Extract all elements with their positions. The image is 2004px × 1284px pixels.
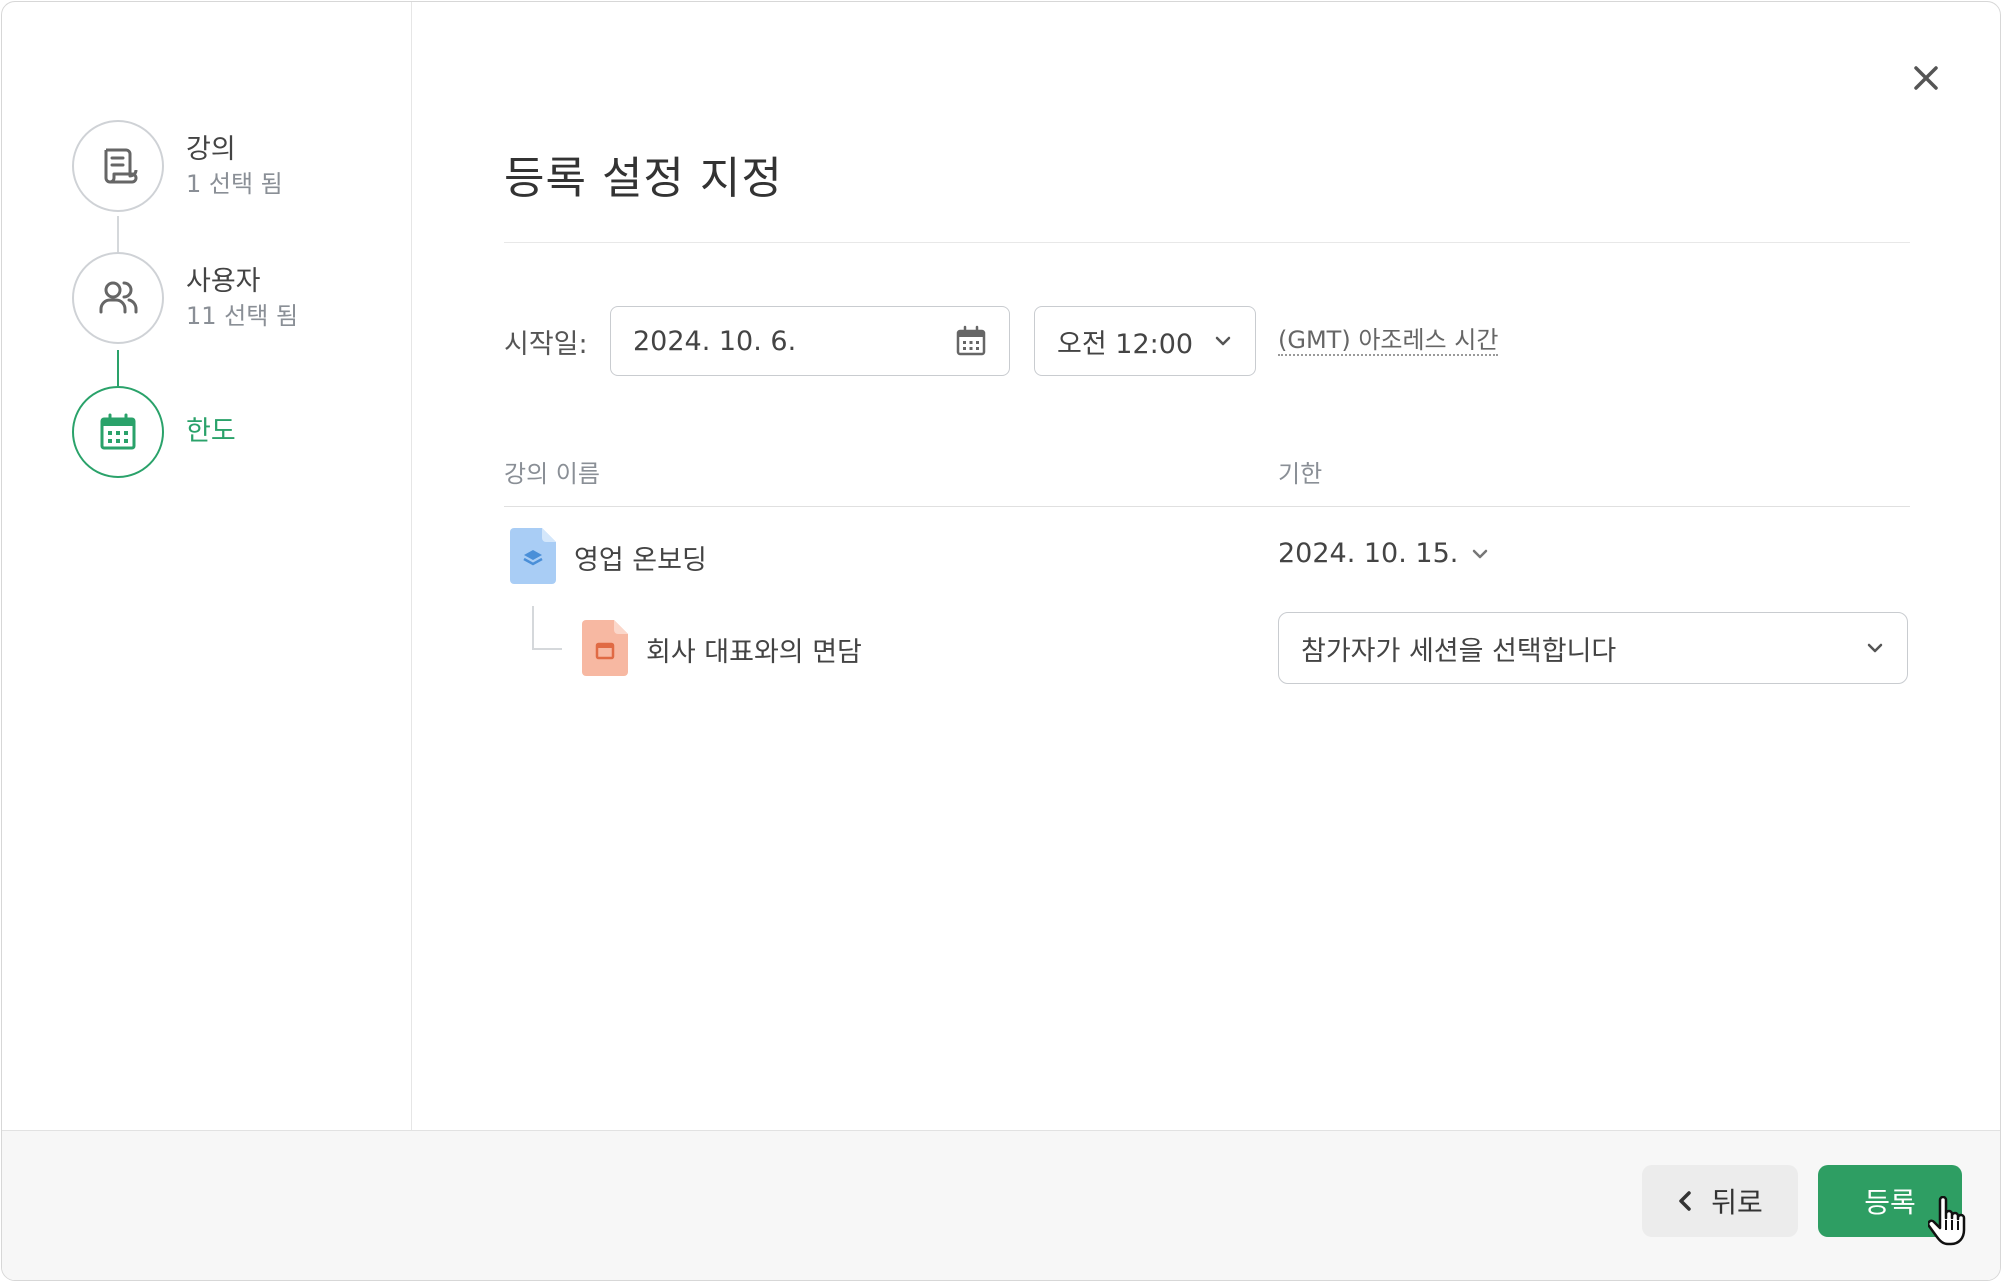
page-title: 등록 설정 지정 (504, 153, 783, 204)
step-users-circle (72, 252, 164, 344)
tree-connector (532, 606, 534, 650)
start-date-value: 2024. 10. 6. (633, 325, 797, 357)
session-name: 회사 대표와의 면담 (646, 637, 862, 668)
step-limits-title: 한도 (186, 416, 236, 447)
back-button[interactable]: 뒤로 (1642, 1165, 1798, 1237)
step-users[interactable]: 사용자 11 선택 됨 (72, 252, 298, 344)
document-icon (104, 148, 138, 184)
step-connector-active (117, 350, 119, 386)
step-courses-subtitle: 1 선택 됨 (186, 170, 283, 198)
chevron-down-icon (1867, 643, 1883, 653)
session-file-icon (582, 620, 628, 676)
course-deadline-select[interactable]: 2024. 10. 15. (1278, 538, 1490, 569)
table-header-divider (504, 506, 1910, 507)
column-header-course-name: 강의 이름 (504, 460, 600, 488)
close-button[interactable] (1908, 60, 1944, 96)
start-date-input[interactable]: 2024. 10. 6. (610, 306, 1010, 376)
stepper-sidebar: 강의 1 선택 됨 사용자 11 선택 됨 한도 (2, 2, 412, 1130)
session-selection-select[interactable]: 참가자가 세션을 선택합니다 (1278, 612, 1908, 684)
step-courses[interactable]: 강의 1 선택 됨 (72, 120, 283, 212)
session-selection-value: 참가자가 세션을 선택합니다 (1301, 635, 1617, 667)
step-courses-circle (72, 120, 164, 212)
chevron-down-icon (1215, 336, 1231, 346)
start-time-value: 오전 12:00 (1057, 328, 1194, 360)
step-courses-title: 강의 (186, 134, 236, 165)
course-file-icon (510, 528, 556, 584)
chevron-left-icon (1679, 1191, 1691, 1211)
course-name: 영업 온보딩 (574, 545, 707, 576)
close-icon (1914, 66, 1938, 90)
start-time-select[interactable]: 오전 12:00 (1034, 306, 1256, 376)
users-icon (99, 281, 138, 314)
step-users-title: 사용자 (186, 266, 261, 297)
title-divider (504, 242, 1910, 243)
step-limits[interactable]: 한도 (72, 386, 236, 478)
enroll-button-label: 등록 (1864, 1186, 1916, 1219)
step-users-subtitle: 11 선택 됨 (186, 302, 299, 330)
course-deadline-value: 2024. 10. 15. (1278, 538, 1459, 569)
back-button-label: 뒤로 (1711, 1186, 1763, 1219)
tree-connector (532, 648, 562, 650)
enrollment-dialog: 강의 1 선택 됨 사용자 11 선택 됨 한도 등록 설정 지정 시작일: 2… (1, 1, 2001, 1281)
start-date-label: 시작일: (504, 329, 588, 360)
chevron-down-icon (1473, 549, 1488, 558)
calendar-icon (956, 325, 986, 356)
timezone-link[interactable]: (GMT) 아조레스 시간 (1278, 326, 1499, 356)
step-limits-circle (72, 386, 164, 478)
calendar-icon (100, 413, 136, 450)
step-connector (117, 216, 119, 256)
dialog-footer: 뒤로 등록 (2, 1130, 2000, 1280)
column-header-deadline: 기한 (1278, 460, 1323, 488)
hand-cursor-icon (1928, 1196, 1966, 1246)
